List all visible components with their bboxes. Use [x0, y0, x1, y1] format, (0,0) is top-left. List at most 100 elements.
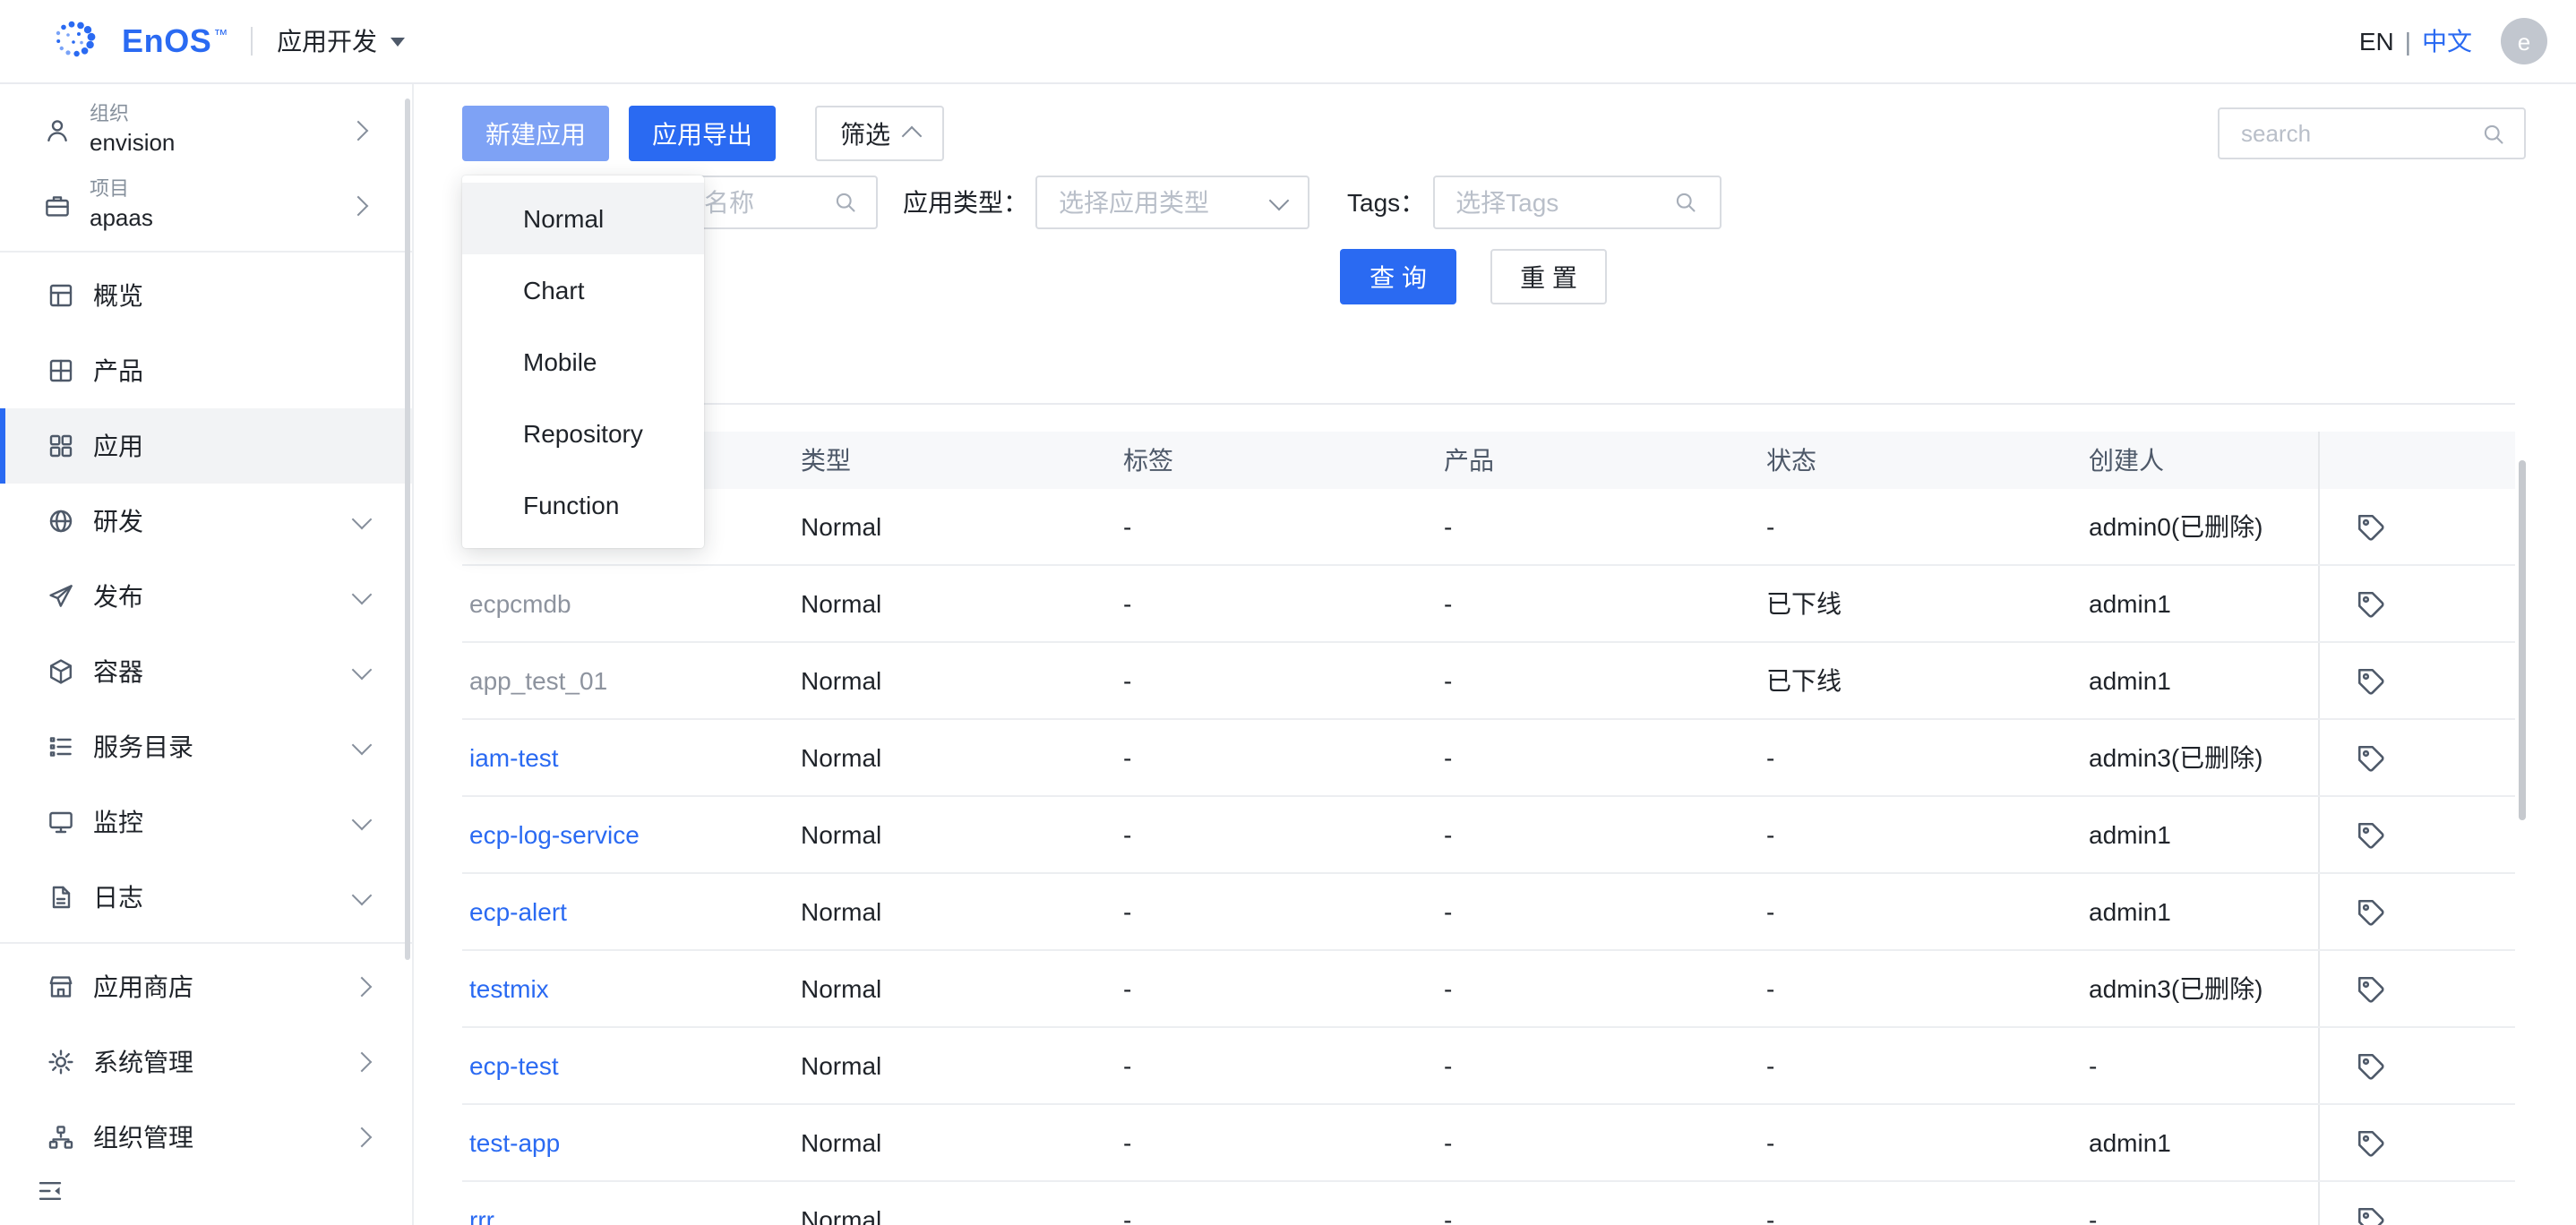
cell-status: - — [1759, 974, 2082, 1003]
tags-select[interactable]: 选择Tags — [1432, 176, 1721, 229]
project-value: apaas — [90, 203, 153, 234]
project-text: 项目 apaas — [90, 178, 153, 234]
cell-tags: - — [1116, 743, 1437, 772]
filter-actions: 查 询 重 置 — [1340, 249, 1607, 304]
sidebar-item-orgmgmt[interactable]: 组织管理 — [0, 1100, 412, 1175]
menu-item-normal[interactable]: Normal — [462, 183, 704, 254]
app-name-link[interactable]: test-app — [469, 1128, 560, 1157]
filter-toggle-button[interactable]: 筛选 — [815, 106, 944, 161]
app-switcher[interactable]: 应用开发 — [277, 23, 404, 59]
cell-tags: - — [1116, 897, 1437, 926]
query-button[interactable]: 查 询 — [1340, 249, 1456, 304]
tag-icon[interactable] — [2356, 742, 2386, 773]
new-app-button[interactable]: 新建应用 — [462, 106, 609, 161]
search-icon — [2481, 121, 2506, 146]
export-app-button[interactable]: 应用导出 — [629, 106, 776, 161]
cell-product: - — [1437, 743, 1759, 772]
org-icon — [43, 116, 72, 145]
tag-icon[interactable] — [2356, 1050, 2386, 1081]
catalog-icon — [47, 732, 75, 761]
container-icon — [47, 657, 75, 686]
cell-type: Normal — [794, 743, 1116, 772]
cell-name: rrr — [462, 1205, 794, 1225]
user-avatar[interactable]: e — [2501, 18, 2547, 64]
sidebar-org[interactable]: 组织 envision — [0, 93, 412, 168]
sidebar-nav-main: 概览产品应用研发发布容器服务目录监控日志 — [0, 258, 412, 935]
sidebar-item-overview[interactable]: 概览 — [0, 258, 412, 333]
monitor-icon — [47, 808, 75, 836]
sidebar-item-release[interactable]: 发布 — [0, 559, 412, 634]
cell-name: ecpcmdb — [462, 589, 794, 618]
reset-button[interactable]: 重 置 — [1490, 249, 1607, 304]
store-icon — [47, 972, 75, 1001]
sidebar-item-label: 监控 — [93, 804, 143, 840]
cell-actions — [2318, 1182, 2515, 1225]
menu-item-function[interactable]: Function — [462, 469, 704, 541]
tag-icon[interactable] — [2356, 1127, 2386, 1158]
sidebar-nav-secondary: 应用商店系统管理组织管理 — [0, 949, 412, 1175]
tag-icon[interactable] — [2356, 511, 2386, 542]
chevron-down-icon — [1269, 191, 1290, 211]
tag-icon[interactable] — [2356, 1204, 2386, 1225]
app-type-select[interactable]: 选择应用类型 — [1035, 176, 1309, 229]
app-name-link[interactable]: testmix — [469, 974, 549, 1003]
global-search-input[interactable] — [2237, 118, 2467, 149]
tag-icon[interactable] — [2356, 588, 2386, 619]
sidebar-collapse-button[interactable] — [32, 1175, 68, 1211]
table-row: ecp-log-serviceNormal---admin1 — [462, 797, 2515, 874]
tag-icon[interactable] — [2356, 896, 2386, 927]
tag-icon[interactable] — [2356, 973, 2386, 1004]
header-status: 状态 — [1759, 442, 2082, 478]
app-name-link[interactable]: rrr — [469, 1205, 494, 1225]
chevron-right-icon — [352, 977, 373, 998]
chevron-right-icon — [352, 1127, 373, 1148]
sidebar-item-catalog[interactable]: 服务目录 — [0, 709, 412, 784]
sidebar-divider — [0, 251, 412, 253]
sidebar-scrollbar[interactable] — [405, 99, 410, 960]
app-type-label: 应用类型： — [903, 184, 1028, 220]
table-scrollbar[interactable] — [2519, 460, 2526, 820]
sidebar-item-label: 发布 — [93, 578, 143, 614]
sidebar-item-app[interactable]: 应用 — [0, 408, 412, 484]
page: EnOS™ 应用开发 EN | 中文 e 组织 — [0, 0, 2576, 1225]
menu-item-mobile[interactable]: Mobile — [462, 326, 704, 398]
sidebar-item-product[interactable]: 产品 — [0, 333, 412, 408]
app-name-link[interactable]: ecp-log-service — [469, 820, 640, 849]
tag-icon[interactable] — [2356, 665, 2386, 696]
sidebar-item-monitor[interactable]: 监控 — [0, 784, 412, 860]
cell-creator: admin3(已删除) — [2082, 971, 2318, 1007]
cell-actions — [2318, 489, 2515, 564]
cell-product: - — [1437, 820, 1759, 849]
menu-item-chart[interactable]: Chart — [462, 254, 704, 326]
search-icon — [1672, 190, 1697, 215]
cell-tags: - — [1116, 1051, 1437, 1080]
sidebar-item-system[interactable]: 系统管理 — [0, 1024, 412, 1100]
filter-label: 筛选 — [840, 116, 890, 151]
log-icon — [47, 883, 75, 912]
sidebar-item-store[interactable]: 应用商店 — [0, 949, 412, 1024]
sidebar-item-log[interactable]: 日志 — [0, 860, 412, 935]
app-name-link[interactable]: ecp-test — [469, 1051, 559, 1080]
cell-product: - — [1437, 1051, 1759, 1080]
chevron-right-icon — [352, 1052, 373, 1073]
search-icon — [833, 190, 858, 215]
sidebar-item-container[interactable]: 容器 — [0, 634, 412, 709]
lang-en[interactable]: EN — [2359, 27, 2394, 56]
tag-icon[interactable] — [2356, 819, 2386, 850]
cell-creator: admin1 — [2082, 666, 2318, 695]
cell-tags: - — [1116, 666, 1437, 695]
cell-name: ecp-log-service — [462, 820, 794, 849]
sidebar-item-label: 日志 — [93, 879, 143, 915]
app-type-placeholder: 选择应用类型 — [1059, 184, 1272, 220]
sidebar-project[interactable]: 项目 apaas — [0, 168, 412, 244]
cell-status: - — [1759, 820, 2082, 849]
cell-name: ecp-test — [462, 1051, 794, 1080]
app-name-link[interactable]: ecp-alert — [469, 897, 567, 926]
sidebar-item-dev[interactable]: 研发 — [0, 484, 412, 559]
cell-tags: - — [1116, 974, 1437, 1003]
app-name-link[interactable]: iam-test — [469, 743, 559, 772]
cell-status: 已下线 — [1759, 663, 2082, 698]
lang-zh[interactable]: 中文 — [2422, 23, 2472, 59]
global-search-box — [2218, 107, 2526, 159]
menu-item-repository[interactable]: Repository — [462, 398, 704, 469]
